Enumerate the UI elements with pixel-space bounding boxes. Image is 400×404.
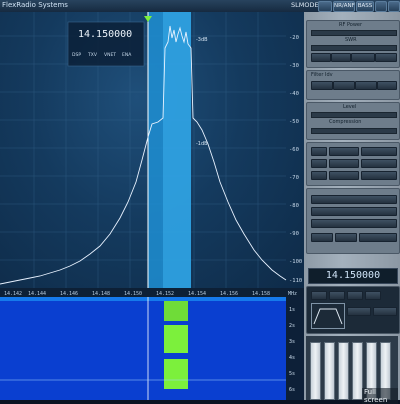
- db-tick: -60: [289, 147, 299, 153]
- time-tick: 2s: [289, 323, 295, 329]
- top-button-5[interactable]: [375, 1, 387, 12]
- db-tick: -50: [289, 119, 299, 125]
- filter-button[interactable]: [355, 81, 377, 90]
- mode-block: [306, 286, 400, 334]
- control-panel: RF Power SWR Filter Idv Level Compressio…: [304, 12, 400, 404]
- waterfall-signal: [164, 359, 188, 389]
- time-tick: 1s: [289, 307, 295, 313]
- vfo-small-label: DSP: [72, 52, 81, 58]
- fader[interactable]: [324, 342, 335, 400]
- swr-label: SWR: [345, 37, 357, 43]
- time-tick: 6s: [289, 387, 295, 393]
- dsp-button[interactable]: [329, 171, 359, 180]
- eq-button[interactable]: [335, 233, 357, 242]
- rf-power-label: RF Power: [339, 22, 363, 28]
- spectrum-svg: 14.142 14.144 14.146 14.148 14.150 14.15…: [0, 12, 304, 297]
- waterfall-display[interactable]: 1s 2s 3s 4s 5s 6s: [0, 297, 304, 400]
- db-tick: -110: [289, 278, 302, 284]
- panel-button[interactable]: [375, 53, 397, 62]
- eq-button[interactable]: [311, 233, 333, 242]
- mode-button[interactable]: [373, 307, 397, 316]
- panel-button[interactable]: [351, 53, 375, 62]
- filter-label: Filter Idv: [311, 72, 333, 78]
- eq-button[interactable]: [359, 233, 397, 242]
- swr-meter: [311, 45, 397, 51]
- panel-button[interactable]: [311, 53, 331, 62]
- dsp-block: [306, 142, 400, 186]
- time-tick: 4s: [289, 355, 295, 361]
- db-tick: -20: [289, 35, 299, 41]
- brand-label: FlexRadio Systems: [2, 1, 68, 9]
- level-meter: [311, 112, 397, 118]
- fader[interactable]: [310, 342, 321, 400]
- db-tick: -100: [289, 259, 302, 265]
- time-tick: 5s: [289, 371, 295, 377]
- full-screen-label[interactable]: Full screen: [362, 388, 398, 404]
- db-tick: -40: [289, 91, 299, 97]
- waterfall-svg: 1s 2s 3s 4s 5s 6s: [0, 297, 304, 400]
- filter-button[interactable]: [311, 81, 333, 90]
- filter-button[interactable]: [377, 81, 397, 90]
- rf-power-meter: [311, 30, 397, 36]
- mode-button[interactable]: [347, 291, 363, 300]
- compression-meter: [311, 128, 397, 134]
- vfo-frequency: 14.150000: [78, 29, 132, 40]
- level-block: Level Compression: [306, 102, 400, 140]
- dsp-button[interactable]: [311, 147, 327, 156]
- eq-button[interactable]: [311, 219, 397, 228]
- level-label: Level: [343, 104, 357, 110]
- dsp-button[interactable]: [329, 159, 359, 168]
- spectrum-display[interactable]: 14.142 14.144 14.146 14.148 14.150 14.15…: [0, 12, 304, 297]
- dsp-button[interactable]: [329, 147, 359, 156]
- marker-label: -3dB: [196, 37, 208, 43]
- mode-button[interactable]: [347, 307, 371, 316]
- waterfall-signal: [164, 325, 188, 353]
- passband-core: [163, 12, 191, 288]
- mode-button[interactable]: [329, 291, 345, 300]
- filter-button[interactable]: [333, 81, 355, 90]
- vfo-small-label: VNET: [104, 52, 116, 58]
- vfo-small-label: ENA: [122, 52, 132, 58]
- eq-block: [306, 188, 400, 254]
- vfo-b-display[interactable]: 14.150000: [308, 268, 398, 284]
- dsp-button[interactable]: [361, 159, 397, 168]
- fader[interactable]: [338, 342, 349, 400]
- db-tick: -90: [289, 231, 299, 237]
- panel-button[interactable]: [331, 53, 351, 62]
- dsp-button[interactable]: [361, 147, 397, 156]
- filter-block: Filter Idv: [306, 70, 400, 100]
- mode-button[interactable]: [365, 291, 381, 300]
- rf-power-block: RF Power SWR: [306, 20, 400, 68]
- fader-area: Full screen: [306, 336, 398, 404]
- mode-label[interactable]: SLMODE: [291, 1, 319, 9]
- db-tick: -30: [289, 63, 299, 69]
- db-tick: -80: [289, 203, 299, 209]
- eq-button[interactable]: [311, 207, 397, 216]
- top-button-1[interactable]: [318, 1, 332, 12]
- waterfall-signal: [164, 301, 188, 321]
- dsp-button[interactable]: [361, 171, 397, 180]
- top-button-nr-anf[interactable]: NR/ANF: [333, 1, 355, 12]
- top-button-6[interactable]: [388, 1, 400, 12]
- db-tick: -70: [289, 175, 299, 181]
- filter-shape: [311, 303, 345, 329]
- filter-shape-icon: [313, 308, 343, 325]
- eq-button[interactable]: [311, 195, 397, 204]
- time-tick: 3s: [289, 339, 295, 345]
- vfo-small-label: TXV: [87, 52, 98, 58]
- dsp-button[interactable]: [311, 159, 327, 168]
- dsp-button[interactable]: [311, 171, 327, 180]
- marker-label: -1dB: [196, 141, 208, 147]
- compression-label: Compression: [329, 119, 362, 125]
- mode-button[interactable]: [311, 291, 327, 300]
- top-button-bass[interactable]: BASS: [356, 1, 374, 12]
